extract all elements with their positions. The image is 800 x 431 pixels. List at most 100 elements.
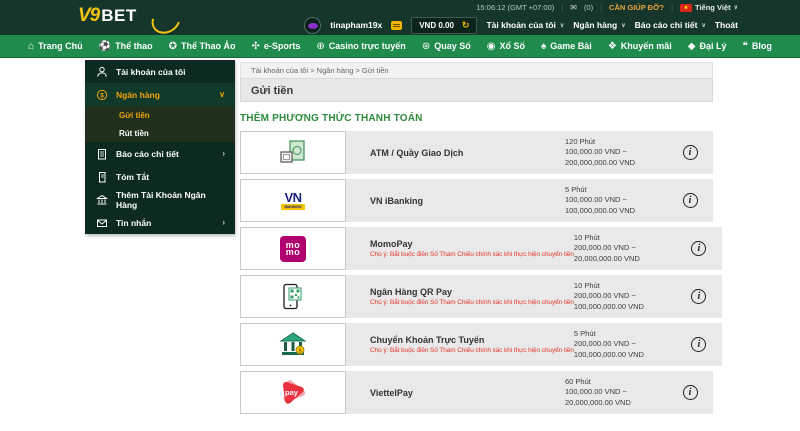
menu-label: Tài khoản của tôi [486,20,556,30]
nav-label: Khuyến mãi [620,41,672,51]
banking-submenu: Gửi tiền Rút tiền [85,106,235,142]
nav-sports[interactable]: ⚽ Thể thao [99,41,153,52]
refresh-icon[interactable]: ↻ [462,20,470,31]
payment-info: 10 Phút 200,000.00 VND ~ 100,000,000.00 … [574,281,676,311]
logo-swoosh [146,2,186,39]
viettelpay-logo: pay [240,371,346,414]
virtual-sports-icon: ✪ [168,40,177,52]
payment-time: 5 Phút [573,329,596,339]
info-icon[interactable]: i [691,337,707,352]
divider: | [671,3,674,12]
sidebar-subitem-withdraw[interactable]: Rút tiền [85,124,235,142]
account-sidebar: Tài khoản của tôi $ Ngân hàng ∨ Gửi tiền… [85,60,235,234]
payment-name: Ngân Hàng QR Pay [370,287,453,297]
menu-banking[interactable]: Ngân hàng ∨ [573,20,625,30]
soccer-icon: ⚽ [98,40,112,52]
mail-count[interactable]: (0) [584,3,593,12]
ticket-icon: ⊛ [421,40,431,52]
payment-time: 10 Phút [573,281,600,291]
help-link[interactable]: CẦN GIÚP ĐỠ? [609,3,664,12]
payment-row-momopay[interactable]: mo mo MomoPay Chú ý: Bắt buộc điền Số Th… [240,227,722,270]
balance-box[interactable]: VND 0.00 ↻ [411,16,478,34]
momo-logo-text: mo [285,246,301,257]
sidebar-item-add-bank-account[interactable]: Thêm Tài Khoản Ngân Hàng [85,188,235,211]
chevron-down-icon: ∨ [219,90,225,99]
info-icon[interactable]: i [682,193,698,208]
payment-row-vn-ibanking[interactable]: VN iBANKING VN iBanking 5 Phút 100,000.0… [240,179,713,222]
chevron-down-icon: ∨ [559,22,565,29]
top-bar: V9 BET 15:06:12 (GMT +07:00) | ✉ (0) | C… [0,0,800,39]
nav-virtual-sports[interactable]: ✪ Thể Thao Ảo [169,41,236,52]
sidebar-item-my-account[interactable]: Tài khoản của tôi [85,60,235,83]
nav-label: e-Sports [263,41,301,51]
menu-logout[interactable]: Thoát [715,20,738,30]
lottery-icon: ◉ [486,40,496,52]
bank-building-logo: $ [240,323,346,366]
viettelpay-logo-text: pay [285,388,299,397]
payment-time: 60 Phút [565,377,591,387]
cards-icon: ♠ [540,40,547,52]
payment-info: 10 Phút 200,000.00 VND ~ 20,000,000.00 V… [574,233,676,263]
info-icon[interactable]: i [682,145,698,160]
qr-phone-logo [240,275,346,318]
menu-my-account[interactable]: Tài khoản của tôi ∨ [486,20,564,30]
nav-promotions[interactable]: ❖ Khuyến mãi [608,41,672,52]
gift-icon: ❖ [607,40,617,52]
sidebar-label: Tóm Tắt [116,171,150,182]
payment-name: MomoPay [370,239,413,249]
payment-time: 5 Phút [565,185,587,195]
momo-logo: mo mo [240,227,346,270]
language-selector[interactable]: ★ Tiếng Việt ∨ [680,3,738,12]
payment-row-viettelpay[interactable]: pay ViettelPay 60 Phút 100,000.00 VND ~ … [240,371,713,414]
payment-range: 200,000.00 VND ~ 100,000,000.00 VND [573,291,644,311]
vn-logo-subtext: iBANKING [281,203,305,210]
report-icon [95,148,108,160]
payment-time: 120 Phút [565,137,596,147]
nav-lottery[interactable]: ◉ Xổ Số [487,41,525,52]
mail-icon[interactable]: ✉ [570,3,577,12]
svg-text:$: $ [298,348,301,354]
sidebar-subitem-deposit[interactable]: Gửi tiền [85,106,235,124]
payment-range: 100,000.00 VND ~ 100,000,000.00 VND [565,195,636,215]
main-nav: ⌂ Trang Chủ ⚽ Thể thao ✪ Thể Thao Ảo ✣ e-Spo… [0,35,800,58]
nav-label: Trang Chủ [38,41,83,51]
payment-row-body: ViettelPay 60 Phút 100,000.00 VND ~ 20,0… [346,371,713,414]
nav-agent[interactable]: ◆ Đại Lý [688,41,727,52]
payment-name: Chuyển Khoản Trực Tuyến [370,335,485,345]
nav-casino[interactable]: ⊕ Casino trực tuyến [316,41,405,52]
section-title: THÊM PHƯƠNG THỨC THANH TOÁN [240,113,423,124]
v9bet-logo[interactable]: V9 BET [78,2,186,39]
nav-card-games[interactable]: ♠ Game Bài [541,41,592,52]
sidebar-item-reports[interactable]: Báo cáo chi tiết › [85,142,235,165]
diamond-icon: ◆ [687,40,696,52]
language-label: Tiếng Việt [695,3,731,12]
payment-row-body: VN iBanking 5 Phút 100,000.00 VND ~ 100,… [346,179,713,222]
payment-range: 100,000.00 VND ~ 20,000,000.00 VND [565,387,631,407]
logo-v9-text: V9 [78,5,100,26]
info-icon[interactable]: i [691,289,707,304]
message-icon[interactable] [391,20,403,30]
menu-reports[interactable]: Báo cáo chi tiết ∨ [635,20,706,30]
sidebar-label: Thêm Tài Khoản Ngân Hàng [116,189,206,210]
gamepad-icon: ✣ [251,40,260,52]
nav-esports[interactable]: ✣ e-Sports [251,41,300,52]
page-title: Gửi tiền [240,78,713,102]
nav-number-game[interactable]: ⊛ Quay Số [422,41,471,52]
nav-label: Đại Lý [699,41,727,51]
payment-row-qr-pay[interactable]: Ngân Hàng QR Pay Chú ý: Bắt buộc điền Số… [240,275,722,318]
payment-row-bank-transfer[interactable]: $ Chuyển Khoản Trực Tuyến Chú ý: Bắt buộ… [240,323,722,366]
nav-home[interactable]: ⌂ Trang Chủ [28,41,83,52]
payment-row-atm[interactable]: ATM / Quầy Giao Dịch 120 Phút 100,000.00… [240,131,713,174]
info-icon[interactable]: i [691,241,707,256]
sidebar-item-summary[interactable]: Tóm Tắt [85,165,235,188]
sidebar-item-messages[interactable]: Tin nhắn › [85,211,235,234]
menu-label: Báo cáo chi tiết [634,20,698,30]
divider: | [600,3,603,12]
payment-name: ViettelPay [370,387,413,398]
nav-blog[interactable]: ❝ Blog [743,41,772,52]
clock-text: 15:06:12 (GMT +07:00) [476,3,555,12]
sidebar-item-banking[interactable]: $ Ngân hàng ∨ [85,83,235,106]
info-icon[interactable]: i [682,385,698,400]
chevron-down-icon: ∨ [621,22,626,29]
avatar[interactable] [304,16,322,34]
